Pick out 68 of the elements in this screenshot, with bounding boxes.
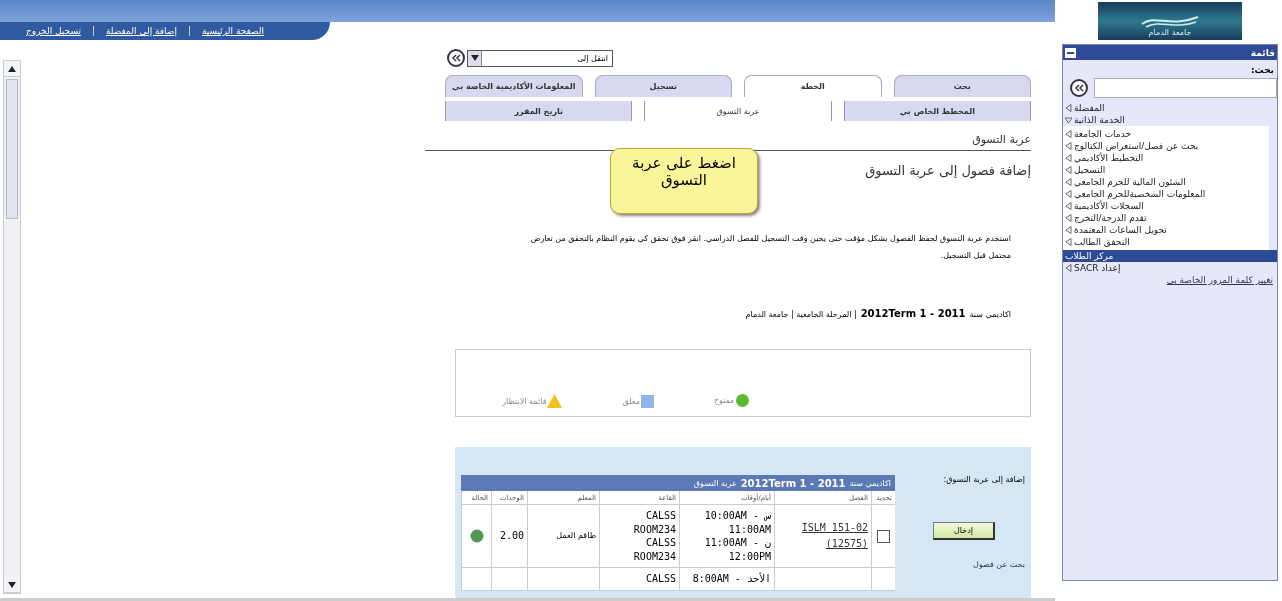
header-link[interactable]: الصفحة الرئيسية	[189, 26, 277, 36]
table-cell: CALSS	[599, 568, 679, 591]
header-link[interactable]: تسجيل الخروج	[14, 26, 93, 36]
menu-item[interactable]: مركز الطلاب	[1063, 250, 1277, 262]
menu-item[interactable]: الخدمة الذاتية	[1063, 114, 1277, 126]
caret-left-icon	[1065, 104, 1072, 112]
tab[interactable]: الخطة	[744, 75, 882, 97]
search-label: بحث:	[1250, 64, 1275, 75]
select-checkbox[interactable]	[877, 529, 890, 543]
table-cell: 2.00	[491, 505, 527, 568]
go-button[interactable]	[447, 49, 465, 67]
change-password-link[interactable]: تغيير كلمة المرور الخاصة بي	[1063, 274, 1277, 286]
scrollbar-thumb[interactable]	[6, 79, 18, 219]
callout-tooltip: اضغط على عربة التسوق	[610, 148, 758, 214]
legend-label: مغلق	[622, 397, 640, 406]
table-cell: CALSS ROOM234 CALSS ROOM234	[599, 505, 679, 568]
menu-item[interactable]: المعلومات الشخصيةللحرم الجامعي	[1063, 188, 1269, 200]
search-field[interactable]	[1094, 78, 1277, 98]
subtab[interactable]: عربة التسوق	[644, 101, 832, 121]
add-to-cart-label: إضافة إلى عربة التسوق:	[943, 475, 1025, 484]
subtab[interactable]: المخطط الخاص بي	[843, 101, 1031, 121]
term-label: اكاديمي سنة	[969, 310, 1011, 319]
scroll-up-icon	[8, 65, 16, 72]
header-link[interactable]: إضافة إلى المفضلة	[92, 26, 189, 36]
term-value: 2012Term 1 - 2011	[860, 308, 966, 319]
enter-button[interactable]: إدخال	[933, 522, 995, 540]
menu-item[interactable]: التخطيط الأكاديمي	[1063, 152, 1269, 164]
table-cell	[527, 568, 599, 591]
menu-item[interactable]: السجلات الأكاديمية	[1063, 200, 1269, 212]
table-cell: طاقم العمل	[527, 505, 599, 568]
table-title-term: 2012Term 1 - 2011	[740, 477, 846, 489]
search-button[interactable]	[1070, 79, 1088, 97]
institution-text: | المرحلة الجامعية | جامعة الدمام	[745, 310, 857, 319]
collapse-icon[interactable]	[1065, 47, 1076, 58]
double-chevron-icon	[451, 54, 461, 62]
menu-item[interactable]: المفضلة	[1063, 102, 1277, 114]
legend-label: قائمة الانتظار	[502, 396, 547, 406]
menu-item[interactable]: إعداد SACR	[1063, 262, 1277, 274]
table-title-label: اكاديمي سنة	[849, 478, 891, 488]
class-link[interactable]: ISLM 151-02 (12575)	[778, 520, 868, 552]
table-cell: الأحد - 8:00AM	[679, 568, 774, 591]
class-search-link[interactable]: بحث عن فصول	[973, 560, 1025, 569]
menu-title: قائمة	[1250, 47, 1275, 58]
dropdown-arrow-icon	[470, 55, 479, 61]
subtab[interactable]: تاريخ المقرر	[445, 101, 633, 121]
goto-select[interactable]: انتقل إلى	[467, 49, 613, 67]
tab[interactable]: بحث	[893, 75, 1031, 97]
menu-item[interactable]: خدمات الجامعة	[1063, 128, 1269, 140]
menu-item[interactable]: التسجيل	[1063, 164, 1269, 176]
menu-item[interactable]: التحقق الطالب	[1063, 236, 1269, 248]
section-heading: إضافة فصول إلى عربة التسوق	[865, 163, 1031, 178]
table-cell	[491, 568, 527, 591]
double-chevron-icon	[1074, 84, 1084, 92]
menu-item[interactable]: تحويل الساعات المعتمدة	[1063, 224, 1269, 236]
table-title-text: عربة التسوق	[693, 478, 737, 488]
vertical-scrollbar[interactable]	[3, 60, 21, 594]
scroll-down-icon	[8, 581, 16, 588]
menu-item[interactable]: بحث عن فصل/استعراض الكتالوج	[1063, 140, 1269, 152]
university-logo: جامعة الدمام	[1098, 2, 1242, 40]
caret-down-icon	[1065, 116, 1072, 124]
instructions-text: استخدم عربة التسوق لحفظ الفصول بشكل مؤقت حتى يحين وقت التسجيل للفصل الدراسي. انقر فوق تحقق كي يقوم النظام بالتحقق من تعارض محتمل قبل التسجيل.	[529, 233, 1012, 262]
menu-item[interactable]: الشئون المالية للحرم الجامعي	[1063, 176, 1269, 188]
tab[interactable]: تسجيل	[594, 75, 732, 97]
menu-item[interactable]: تقدم الدرجة/التخرج	[1063, 212, 1269, 224]
caret-left-icon	[1065, 264, 1072, 272]
page-title: عربة التسوق	[972, 133, 1031, 146]
tab[interactable]: المعلومات الأكاديمية الخاصة بي	[445, 75, 583, 97]
legend-label: مفتوح	[713, 396, 734, 405]
